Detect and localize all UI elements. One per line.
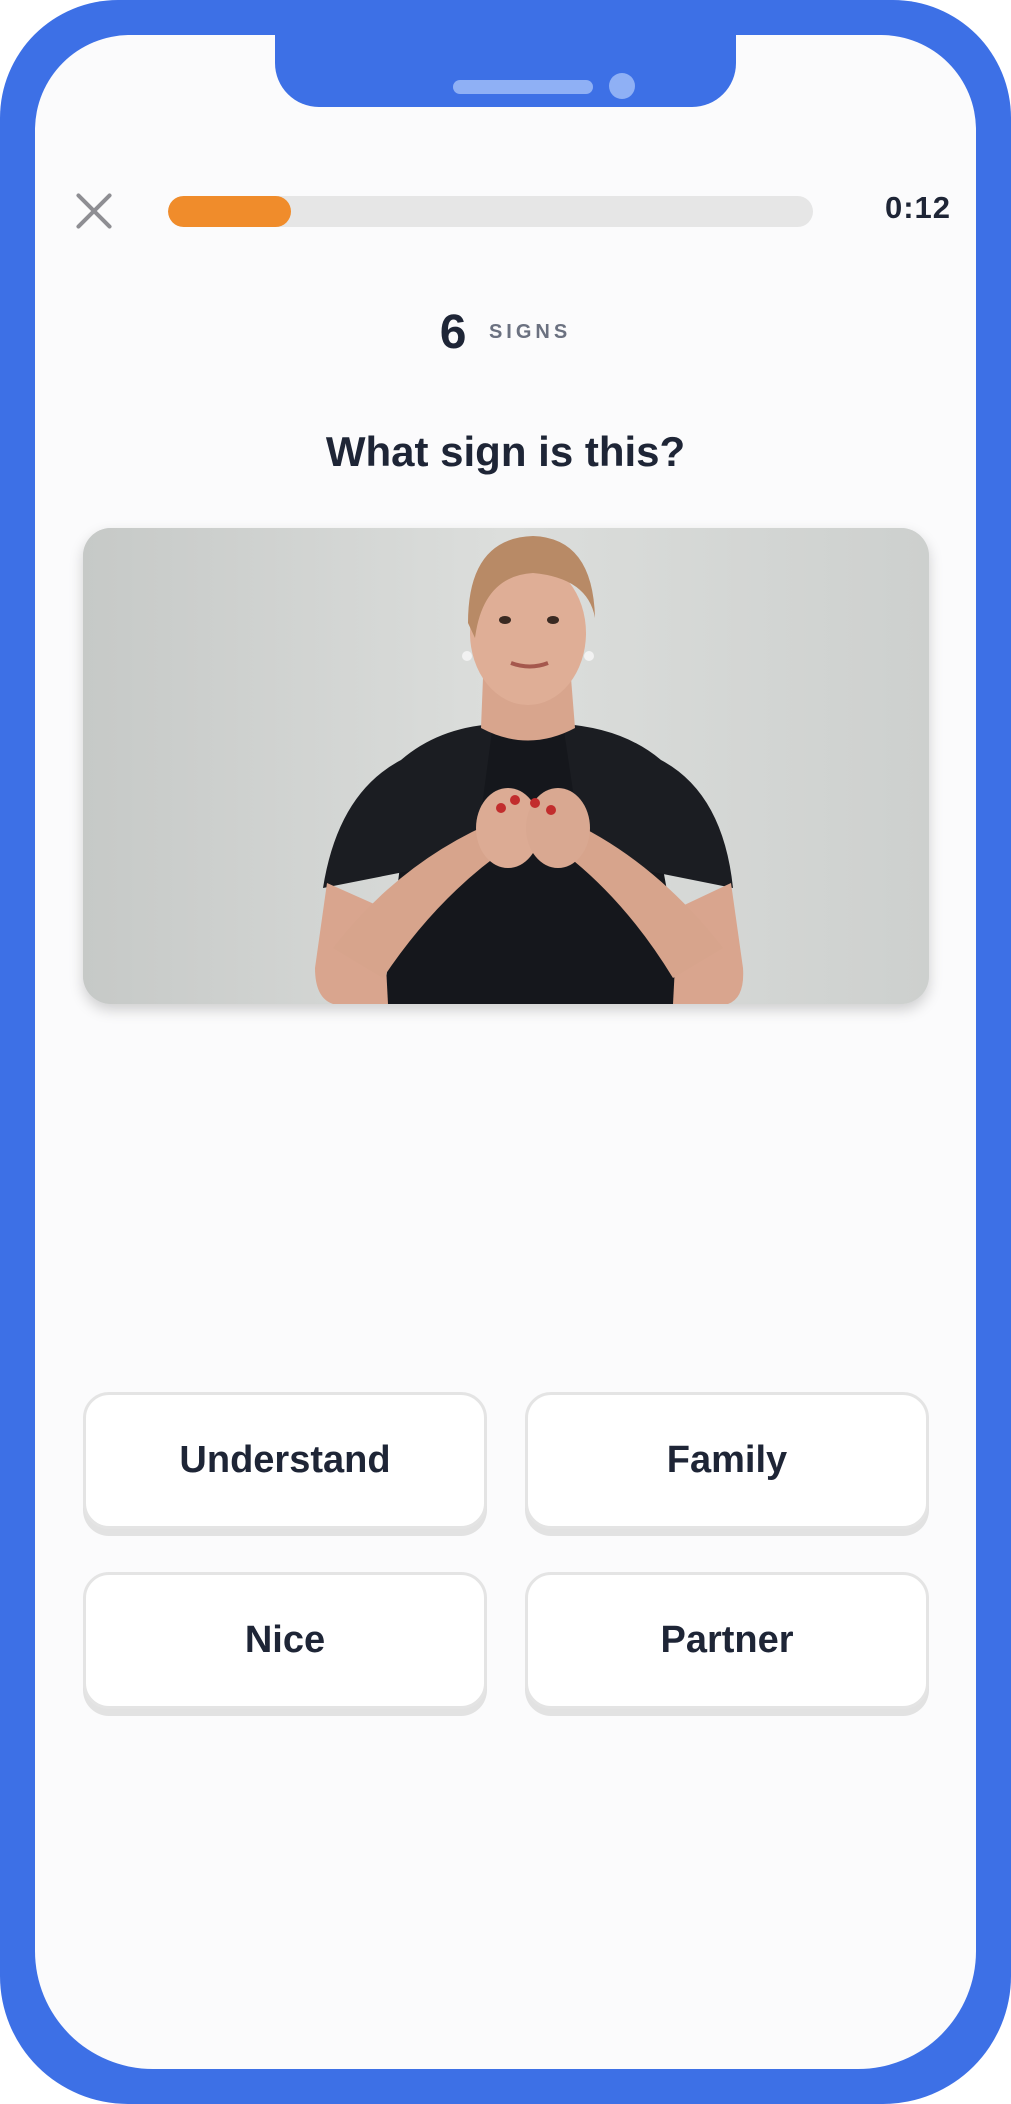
answer-option[interactable]: Understand	[83, 1392, 487, 1529]
sign-counter: 6 SIGNS	[0, 305, 1011, 360]
question-text: What sign is this?	[325, 428, 686, 475]
notch	[275, 35, 736, 107]
timer: 0:12	[884, 190, 951, 225]
front-camera	[609, 73, 635, 99]
answer-option[interactable]: Family	[525, 1392, 929, 1529]
sign-count: 6	[439, 306, 467, 359]
answer-option[interactable]: Partner	[525, 1572, 929, 1709]
signer-illustration	[83, 528, 929, 1004]
speaker	[453, 80, 593, 94]
progress-fill	[168, 196, 291, 227]
sign-count-label: SIGNS	[488, 321, 572, 343]
sign-video[interactable]	[83, 528, 929, 1004]
progress-bar	[168, 196, 813, 227]
close-icon[interactable]	[74, 191, 114, 231]
answer-option[interactable]: Nice	[83, 1572, 487, 1709]
